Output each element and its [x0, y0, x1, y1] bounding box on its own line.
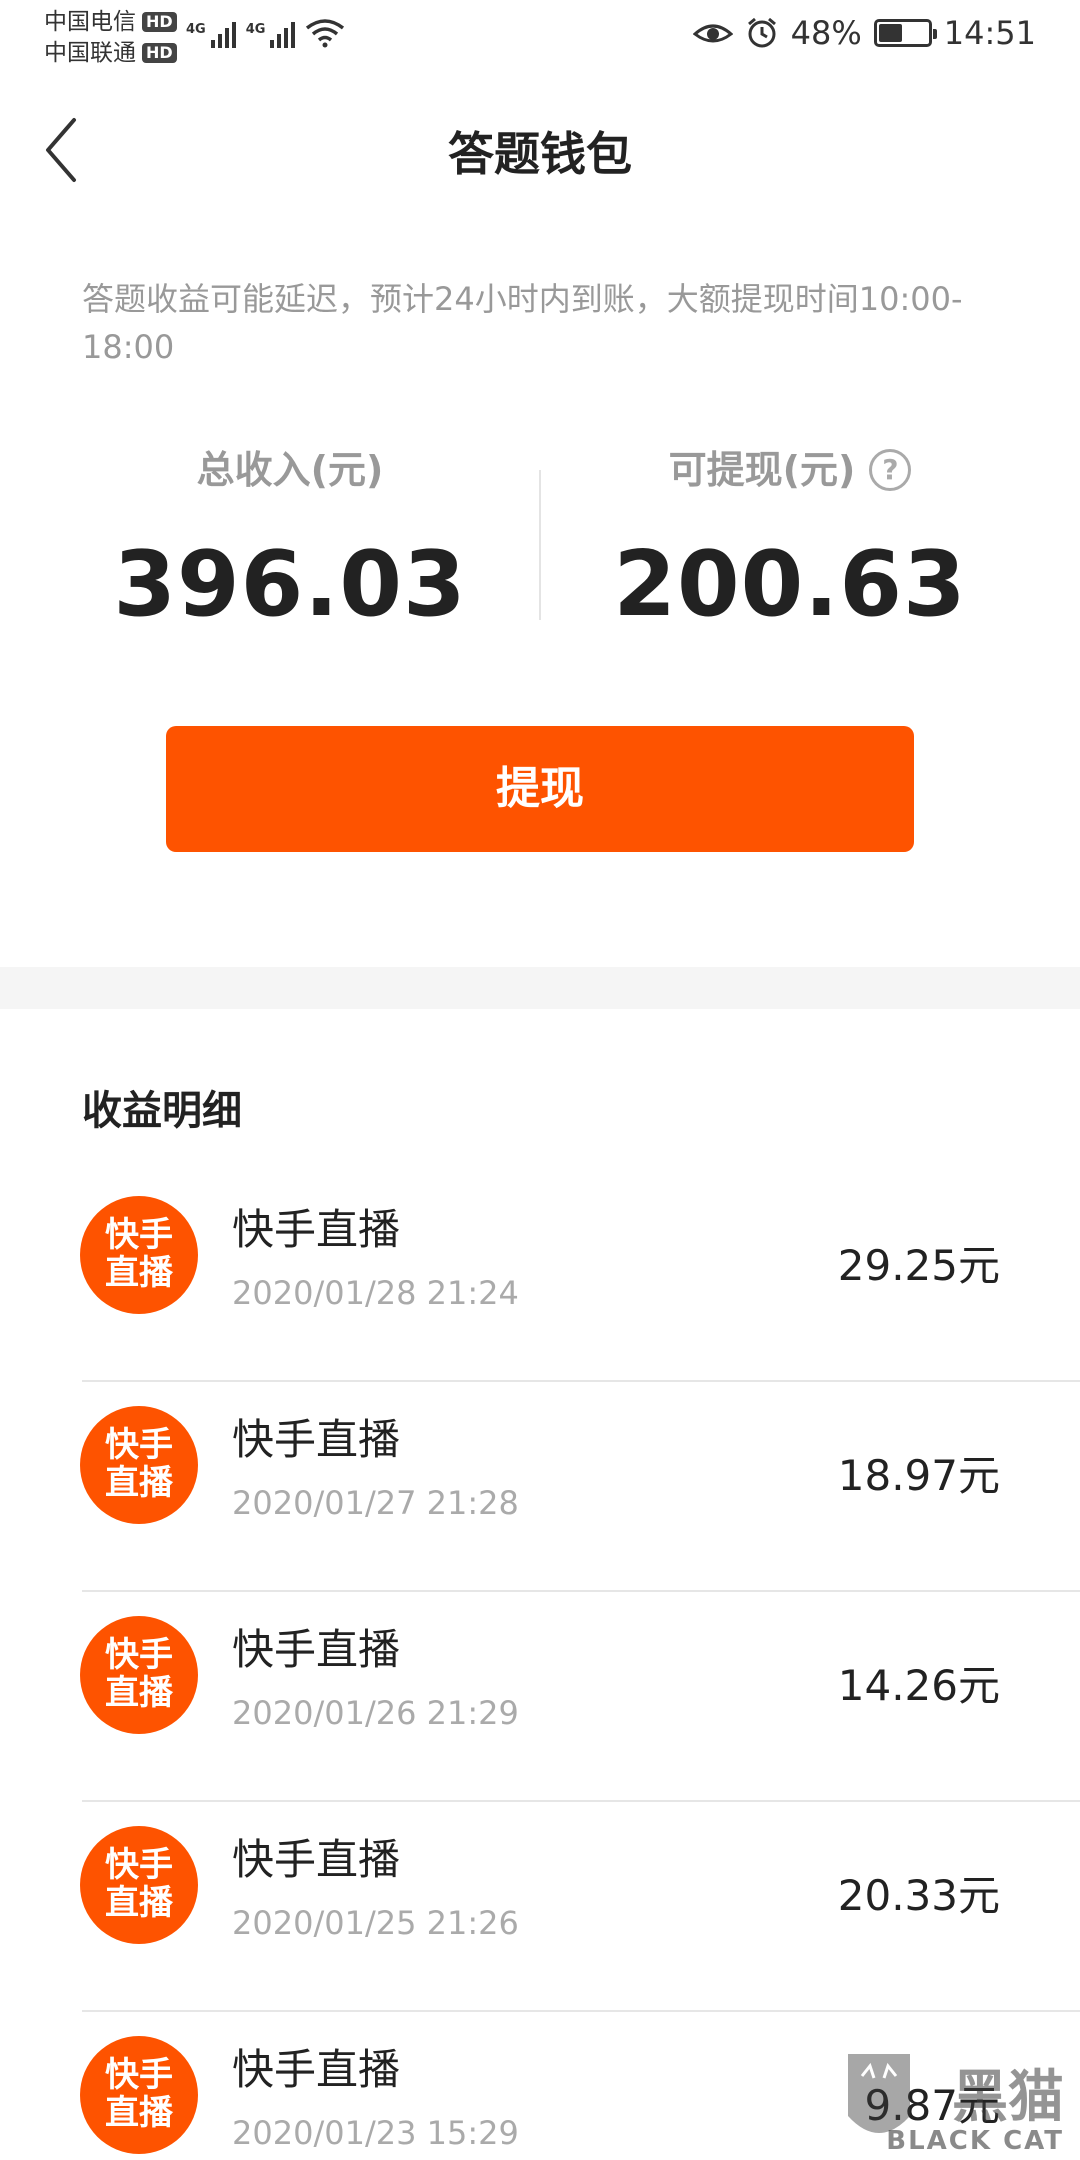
withdrawable-block: 可提现(元) ? 200.63	[540, 440, 1040, 640]
record-time: 2020/01/27 21:28	[232, 1484, 519, 1522]
badge-line-2: 直播	[105, 1463, 173, 1503]
battery-percent: 48%	[790, 14, 862, 52]
badge-line-1: 快手	[105, 1425, 173, 1465]
kuaishou-live-icon: 快手 直播	[80, 2036, 198, 2154]
badge-line-1: 快手	[105, 1215, 173, 1255]
badge-line-2: 直播	[105, 1883, 173, 1923]
status-bar: 中国电信 HD 中国联通 HD 4G 4G 48% 14:51	[0, 0, 1080, 74]
watermark-subtext: BLACK CAT	[886, 2126, 1064, 2156]
alarm-icon	[747, 17, 776, 48]
clock-time: 14:51	[943, 14, 1036, 52]
total-income-block: 总收入(元) 396.03	[40, 440, 540, 640]
page-title: 答题钱包	[448, 127, 632, 181]
earnings-row[interactable]: 快手 直播 快手直播 2020/01/27 21:28 18.97元	[0, 1382, 1080, 1592]
record-amount: 14.26元	[837, 1661, 1000, 1710]
wifi-icon	[306, 19, 345, 48]
signal-icon: 4G	[186, 22, 236, 48]
badge-line-2: 直播	[105, 1253, 173, 1293]
earnings-list: 快手 直播 快手直播 2020/01/28 21:24 29.25元 快手 直播…	[0, 1172, 1080, 2160]
battery-icon	[873, 19, 937, 47]
record-name: 快手直播	[232, 2045, 401, 2094]
kuaishou-live-icon: 快手 直播	[80, 1616, 198, 1734]
help-icon[interactable]: ?	[869, 449, 912, 491]
record-time: 2020/01/25 21:26	[232, 1904, 519, 1942]
wallet-stats: 总收入(元) 396.03 可提现(元) ? 200.63	[0, 440, 1080, 640]
record-amount: 20.33元	[837, 1871, 1000, 1920]
hd-badge: HD	[142, 42, 177, 63]
status-right: 48% 14:51	[692, 14, 1036, 52]
record-name: 快手直播	[232, 1415, 401, 1464]
section-gap	[0, 967, 1080, 1009]
record-time: 2020/01/26 21:29	[232, 1694, 519, 1732]
carrier-info: 中国电信 HD 中国联通 HD	[44, 6, 177, 68]
badge-line-1: 快手	[105, 1635, 173, 1675]
badge-line-2: 直播	[105, 1673, 173, 1713]
kuaishou-live-icon: 快手 直播	[80, 1406, 198, 1524]
network-type-label: 4G	[186, 22, 206, 37]
carrier-2-label: 中国联通	[44, 39, 136, 66]
badge-line-2: 直播	[105, 2093, 173, 2133]
record-name: 快手直播	[232, 1205, 401, 1254]
kuaishou-live-icon: 快手 直播	[80, 1826, 198, 1944]
earnings-row[interactable]: 快手 直播 快手直播 2020/01/26 21:29 14.26元	[0, 1592, 1080, 1802]
record-amount: 18.97元	[837, 1451, 1000, 1500]
badge-line-1: 快手	[105, 2055, 173, 2095]
signal-indicators: 4G 4G	[186, 18, 345, 48]
record-time: 2020/01/28 21:24	[232, 1274, 519, 1312]
hd-badge: HD	[142, 11, 177, 32]
record-name: 快手直播	[232, 1835, 401, 1884]
withdrawable-label: 可提现(元)	[668, 448, 856, 492]
app-header: 答题钱包	[0, 90, 1080, 210]
signal-icon: 4G	[246, 22, 296, 48]
carrier-1-label: 中国电信	[44, 8, 136, 35]
battery-fill	[878, 24, 902, 42]
withdraw-button[interactable]: 提现	[166, 726, 914, 852]
delay-notice: 答题收益可能延迟，预计24小时内到账，大额提现时间10:00-18:00	[82, 280, 963, 366]
withdrawable-value: 200.63	[613, 532, 967, 637]
record-name: 快手直播	[232, 1625, 401, 1674]
earnings-row[interactable]: 快手 直播 快手直播 2020/01/25 21:26 20.33元	[0, 1802, 1080, 2012]
record-time: 2020/01/23 15:29	[232, 2114, 519, 2152]
total-income-value: 396.03	[113, 532, 467, 637]
kuaishou-live-icon: 快手 直播	[80, 1196, 198, 1314]
network-type-label: 4G	[245, 22, 266, 37]
watermark-text: 黑猫	[952, 2065, 1064, 2130]
badge-line-1: 快手	[105, 1845, 173, 1885]
total-income-label: 总收入(元)	[196, 448, 384, 492]
earnings-detail-title: 收益明细	[82, 1088, 242, 1134]
black-cat-watermark: 黑猫 BLACK CAT	[810, 2040, 1080, 2160]
eye-icon	[692, 24, 733, 43]
earnings-row[interactable]: 快手 直播 快手直播 2020/01/28 21:24 29.25元	[0, 1172, 1080, 1382]
record-amount: 29.25元	[837, 1241, 1000, 1290]
